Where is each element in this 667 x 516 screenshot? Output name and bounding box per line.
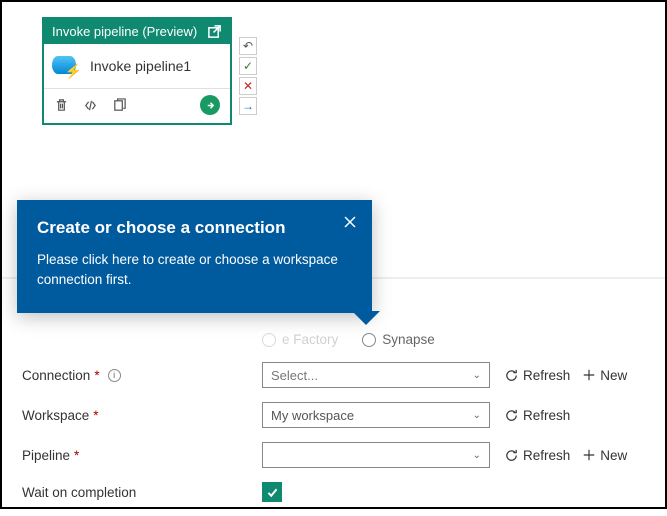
workspace-label: Workspace <box>22 408 89 423</box>
code-icon[interactable] <box>83 98 98 113</box>
open-external-icon[interactable] <box>207 24 222 39</box>
chevron-down-icon: ⌄ <box>473 410 481 421</box>
workspace-row: Workspace* My workspace⌄ Refresh <box>22 402 650 428</box>
new-pipeline-button[interactable]: New <box>582 448 627 463</box>
run-icon[interactable] <box>200 95 220 115</box>
connection-row: Connection*i Select...⌄ Refresh New <box>22 362 650 388</box>
new-connection-button[interactable]: New <box>582 368 627 383</box>
refresh-connection-button[interactable]: Refresh <box>504 368 570 383</box>
type-option-synapse[interactable]: Synapse <box>362 332 435 347</box>
refresh-workspace-button[interactable]: Refresh <box>504 408 570 423</box>
chevron-down-icon: ⌄ <box>473 450 481 461</box>
delete-icon[interactable] <box>54 98 69 113</box>
activity-card[interactable]: Invoke pipeline (Preview) ⚡ Invoke pipel… <box>42 17 232 125</box>
chevron-down-icon: ⌄ <box>473 370 481 381</box>
close-icon[interactable] <box>342 214 358 235</box>
pipeline-icon: ⚡ <box>52 54 80 78</box>
info-icon[interactable]: i <box>108 369 121 382</box>
type-option-factory[interactable]: e Factory <box>262 332 338 347</box>
status-icons: ↶ ✓ ✕ → <box>239 37 257 115</box>
workspace-select[interactable]: My workspace⌄ <box>262 402 490 428</box>
pipeline-select[interactable]: ⌄ <box>262 442 490 468</box>
wait-checkbox[interactable] <box>262 482 282 502</box>
undo-icon[interactable]: ↶ <box>239 37 257 55</box>
copy-icon[interactable] <box>112 98 127 113</box>
pipeline-label: Pipeline <box>22 448 70 463</box>
refresh-pipeline-button[interactable]: Refresh <box>504 448 570 463</box>
success-icon[interactable]: ✓ <box>239 57 257 75</box>
activity-header: Invoke pipeline (Preview) <box>44 19 230 44</box>
tooltip-body: Please click here to create or choose a … <box>37 250 352 289</box>
connection-label: Connection <box>22 368 90 383</box>
error-icon[interactable]: ✕ <box>239 77 257 95</box>
settings-form: Connection*i Select...⌄ Refresh New Work… <box>22 362 650 516</box>
activity-title: Invoke pipeline (Preview) <box>52 24 197 39</box>
activity-footer <box>44 88 230 123</box>
activity-name: Invoke pipeline1 <box>90 58 191 74</box>
pipeline-row: Pipeline* ⌄ Refresh New <box>22 442 650 468</box>
skip-icon[interactable]: → <box>239 97 257 115</box>
connection-select[interactable]: Select...⌄ <box>262 362 490 388</box>
tooltip-title: Create or choose a connection <box>37 218 352 238</box>
wait-label: Wait on completion <box>22 485 136 500</box>
type-radio-group[interactable]: e Factory Synapse <box>262 332 435 347</box>
activity-body: ⚡ Invoke pipeline1 <box>44 44 230 88</box>
tooltip-arrow <box>352 311 380 325</box>
wait-row: Wait on completion <box>22 482 650 502</box>
connection-tooltip: Create or choose a connection Please cli… <box>17 200 372 313</box>
